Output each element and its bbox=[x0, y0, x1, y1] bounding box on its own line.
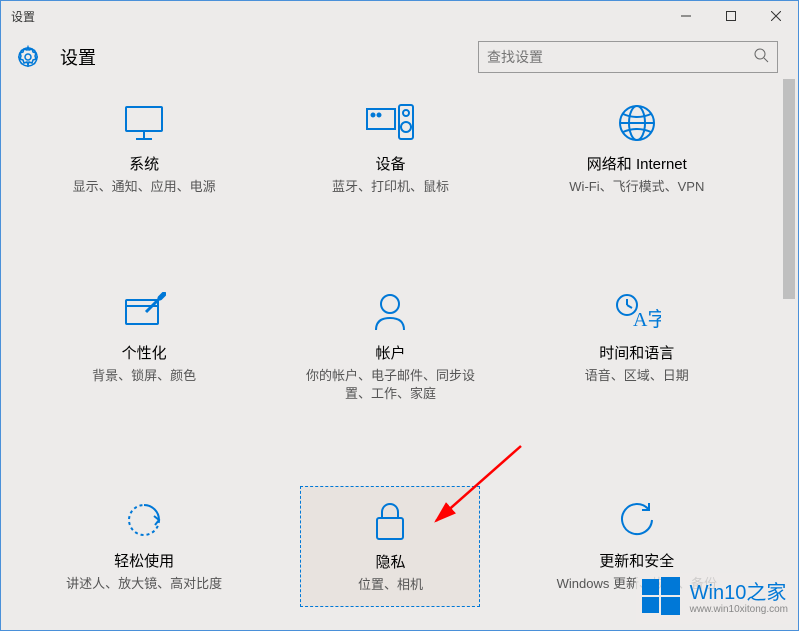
globe-icon bbox=[551, 101, 723, 145]
search-box[interactable] bbox=[478, 41, 778, 73]
tile-desc: 你的帐户、电子邮件、同步设置、工作、家庭 bbox=[304, 367, 476, 403]
tile-ease-of-access[interactable]: 轻松使用 讲述人、放大镜、高对比度 bbox=[54, 486, 234, 607]
update-icon bbox=[551, 498, 723, 542]
tile-title: 个性化 bbox=[58, 342, 230, 363]
tile-personalization[interactable]: 个性化 背景、锁屏、颜色 bbox=[54, 278, 234, 415]
display-icon bbox=[58, 101, 230, 145]
tile-desc: Wi-Fi、飞行模式、VPN bbox=[551, 178, 723, 196]
tile-time-language[interactable]: A字 时间和语言 语音、区域、日期 bbox=[547, 278, 727, 415]
devices-icon bbox=[304, 101, 476, 145]
search-input[interactable] bbox=[487, 49, 753, 65]
tile-title: 更新和安全 bbox=[551, 550, 723, 571]
tile-title: 隐私 bbox=[305, 551, 475, 572]
tile-network[interactable]: 网络和 Internet Wi-Fi、飞行模式、VPN bbox=[547, 89, 727, 208]
close-button[interactable] bbox=[753, 1, 798, 31]
tile-title: 时间和语言 bbox=[551, 342, 723, 363]
tile-title: 网络和 Internet bbox=[551, 153, 723, 174]
titlebar: 设置 bbox=[1, 1, 798, 31]
watermark-title: Win10之家 bbox=[690, 583, 788, 603]
tile-title: 帐户 bbox=[304, 342, 476, 363]
svg-text:A字: A字 bbox=[633, 308, 661, 331]
tile-title: 设备 bbox=[304, 153, 476, 174]
tile-desc: 显示、通知、应用、电源 bbox=[58, 178, 230, 196]
time-language-icon: A字 bbox=[551, 290, 723, 334]
tile-desc: 蓝牙、打印机、鼠标 bbox=[304, 178, 476, 196]
tile-system[interactable]: 系统 显示、通知、应用、电源 bbox=[54, 89, 234, 208]
gear-icon bbox=[16, 45, 40, 69]
tile-desc: 讲述人、放大镜、高对比度 bbox=[58, 575, 230, 593]
scrollbar[interactable] bbox=[781, 79, 797, 629]
tile-desc: 背景、锁屏、颜色 bbox=[58, 367, 230, 385]
maximize-button[interactable] bbox=[708, 1, 753, 31]
watermark-url: www.win10xitong.com bbox=[690, 605, 788, 615]
minimize-button[interactable] bbox=[663, 1, 708, 31]
watermark: Win10之家 www.win10xitong.com bbox=[636, 573, 792, 624]
scrollbar-thumb[interactable] bbox=[783, 79, 795, 299]
personalization-icon bbox=[58, 290, 230, 334]
user-icon bbox=[304, 290, 476, 334]
tile-desc: 语音、区域、日期 bbox=[551, 367, 723, 385]
tile-devices[interactable]: 设备 蓝牙、打印机、鼠标 bbox=[300, 89, 480, 208]
tile-accounts[interactable]: 帐户 你的帐户、电子邮件、同步设置、工作、家庭 bbox=[300, 278, 480, 415]
tile-title: 轻松使用 bbox=[58, 550, 230, 571]
tile-privacy[interactable]: 隐私 位置、相机 bbox=[300, 486, 480, 607]
tile-desc: 位置、相机 bbox=[305, 576, 475, 594]
lock-icon bbox=[305, 499, 475, 543]
tile-title: 系统 bbox=[58, 153, 230, 174]
ease-icon bbox=[58, 498, 230, 542]
window-title: 设置 bbox=[11, 8, 35, 25]
page-title: 设置 bbox=[60, 44, 96, 70]
search-icon bbox=[753, 47, 769, 68]
windows-logo-icon bbox=[640, 575, 682, 622]
